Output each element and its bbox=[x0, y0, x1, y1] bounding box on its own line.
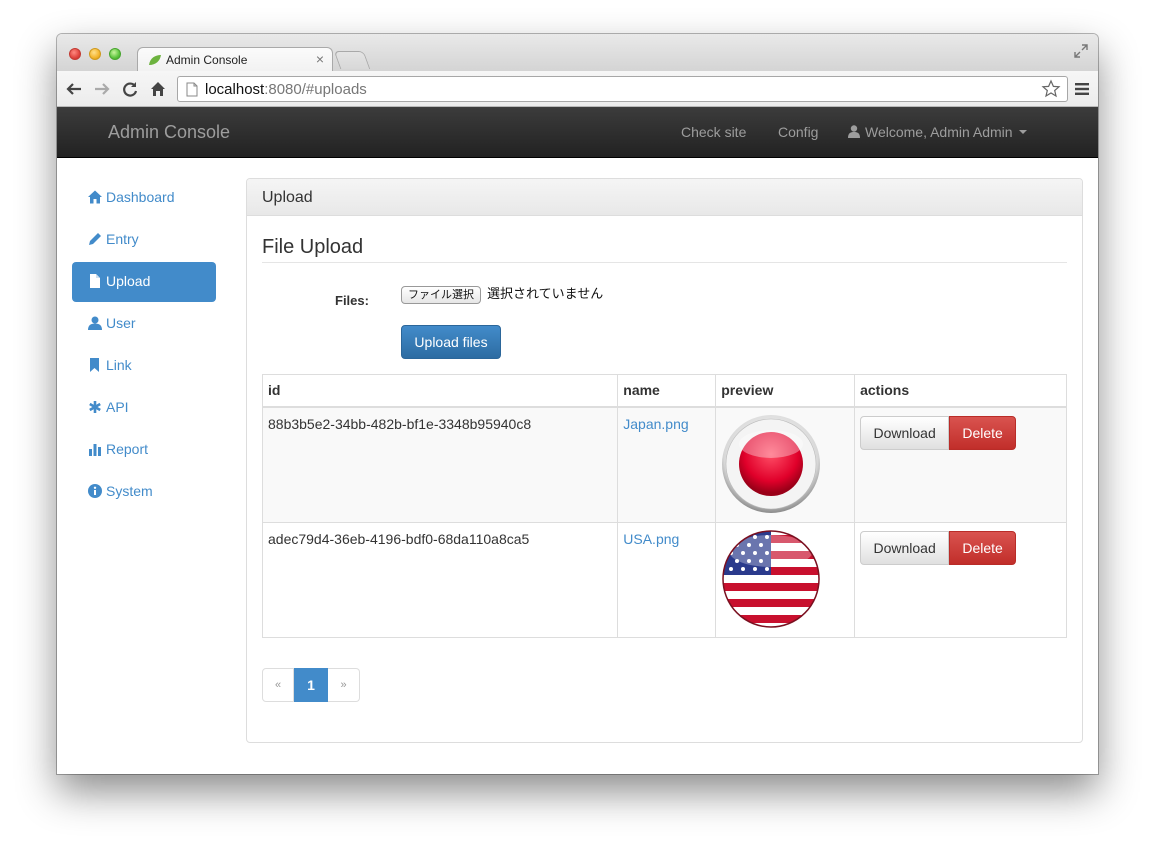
actions-cell: Download Delete bbox=[854, 406, 1067, 523]
upload-panel: Upload File Upload Files: ファイル選択 選択されていま… bbox=[246, 178, 1083, 743]
page-icon bbox=[186, 82, 198, 97]
caret-down-icon bbox=[1018, 130, 1027, 134]
pagination-next-button[interactable]: » bbox=[328, 668, 360, 702]
table-header-row: id name preview actions bbox=[261, 374, 1067, 408]
usa-flag-icon bbox=[722, 529, 820, 628]
file-icon bbox=[90, 274, 100, 288]
nav-link-check-site[interactable]: Check site bbox=[681, 124, 746, 140]
sidebar-item-report[interactable]: Report bbox=[72, 430, 216, 470]
home-icon bbox=[88, 190, 102, 204]
column-header-actions: actions bbox=[854, 374, 1067, 408]
browser-tab[interactable]: Admin Console × bbox=[137, 47, 333, 71]
brand-link[interactable]: Admin Console bbox=[108, 122, 230, 143]
nav-link-config[interactable]: Config bbox=[778, 124, 818, 140]
preview-cell bbox=[715, 406, 856, 523]
user-icon bbox=[88, 316, 102, 330]
preview-cell bbox=[715, 521, 856, 638]
sidebar-item-upload[interactable]: Upload bbox=[72, 262, 216, 302]
bookmark-icon bbox=[90, 358, 99, 372]
actions-cell: Download Delete bbox=[854, 521, 1067, 638]
sidebar-item-link[interactable]: Link bbox=[72, 346, 216, 386]
tab-close-icon[interactable]: × bbox=[316, 51, 324, 67]
pagination: « 1 » bbox=[262, 668, 360, 702]
leaf-icon bbox=[149, 55, 161, 65]
sidebar-item-entry[interactable]: Entry bbox=[72, 220, 216, 260]
close-window-button[interactable] bbox=[69, 48, 81, 60]
file-id-cell: adec79d4-36eb-4196-bdf0-68da110a8ca5 bbox=[261, 521, 619, 638]
info-icon bbox=[88, 484, 102, 498]
actions-button-group: Download Delete bbox=[860, 530, 1061, 565]
reload-icon[interactable] bbox=[121, 80, 139, 98]
japan-flag-icon bbox=[722, 414, 821, 513]
section-title: File Upload bbox=[262, 236, 364, 258]
back-icon[interactable] bbox=[65, 80, 83, 98]
tab-strip: Admin Console × bbox=[57, 34, 1098, 71]
sidebar: Dashboard Entry Upload User Link API Rep… bbox=[72, 178, 216, 514]
table-row: 88b3b5e2-34bb-482b-bf1e-3348b95940c8 Jap… bbox=[261, 406, 1067, 523]
browser-window: Admin Console × localhost:8080/#uploads bbox=[57, 34, 1098, 774]
download-button[interactable]: Download bbox=[860, 530, 950, 565]
pencil-icon bbox=[89, 233, 101, 245]
menu-icon[interactable] bbox=[1075, 83, 1089, 95]
address-bar[interactable]: localhost:8080/#uploads bbox=[177, 76, 1068, 102]
url-text[interactable]: localhost:8080/#uploads bbox=[205, 81, 367, 98]
fullscreen-icon[interactable] bbox=[1074, 44, 1088, 58]
app-navbar: Admin Console Check site Config Welcome,… bbox=[57, 107, 1098, 158]
sidebar-item-user[interactable]: User bbox=[72, 304, 216, 344]
table-row: adec79d4-36eb-4196-bdf0-68da110a8ca5 USA… bbox=[261, 521, 1067, 638]
divider bbox=[262, 262, 1067, 263]
column-header-preview: preview bbox=[715, 374, 856, 408]
download-button[interactable]: Download bbox=[860, 415, 950, 450]
user-icon bbox=[848, 125, 860, 138]
tab-title: Admin Console bbox=[166, 53, 248, 67]
sidebar-item-api[interactable]: API bbox=[72, 388, 216, 428]
delete-button[interactable]: Delete bbox=[949, 530, 1017, 565]
new-tab-button[interactable] bbox=[333, 51, 371, 69]
pagination-prev-button[interactable]: « bbox=[262, 668, 294, 702]
sidebar-item-system[interactable]: System bbox=[72, 472, 216, 512]
home-icon[interactable] bbox=[149, 80, 167, 98]
column-header-id: id bbox=[261, 374, 619, 408]
files-label: Files: bbox=[335, 293, 369, 308]
sidebar-item-dashboard[interactable]: Dashboard bbox=[72, 178, 216, 218]
asterisk-icon bbox=[89, 401, 101, 413]
delete-button[interactable]: Delete bbox=[949, 415, 1017, 450]
panel-heading: Upload bbox=[247, 179, 1082, 216]
file-status-text: 選択されていません bbox=[487, 286, 604, 301]
file-name-link[interactable]: Japan.png bbox=[623, 416, 688, 432]
forward-icon[interactable] bbox=[93, 80, 111, 98]
upload-files-button[interactable]: Upload files bbox=[401, 325, 501, 359]
file-name-cell: Japan.png bbox=[617, 406, 717, 523]
file-id-cell: 88b3b5e2-34bb-482b-bf1e-3348b95940c8 bbox=[261, 406, 619, 523]
column-header-name: name bbox=[617, 374, 717, 408]
user-welcome-label: Welcome, Admin Admin bbox=[865, 124, 1013, 140]
pagination-page-1[interactable]: 1 bbox=[294, 668, 328, 702]
zoom-window-button[interactable] bbox=[109, 48, 121, 60]
choose-file-button[interactable]: ファイル選択 bbox=[401, 286, 481, 304]
bookmark-star-icon[interactable] bbox=[1041, 79, 1061, 99]
file-name-cell: USA.png bbox=[617, 521, 717, 638]
file-name-link[interactable]: USA.png bbox=[623, 531, 679, 547]
browser-toolbar: localhost:8080/#uploads bbox=[57, 71, 1098, 107]
stats-icon bbox=[89, 444, 101, 456]
minimize-window-button[interactable] bbox=[89, 48, 101, 60]
actions-button-group: Download Delete bbox=[860, 415, 1061, 450]
files-table: id name preview actions 88b3b5e2-34bb-48… bbox=[261, 374, 1067, 638]
user-menu-dropdown[interactable]: Welcome, Admin Admin bbox=[848, 124, 1027, 140]
